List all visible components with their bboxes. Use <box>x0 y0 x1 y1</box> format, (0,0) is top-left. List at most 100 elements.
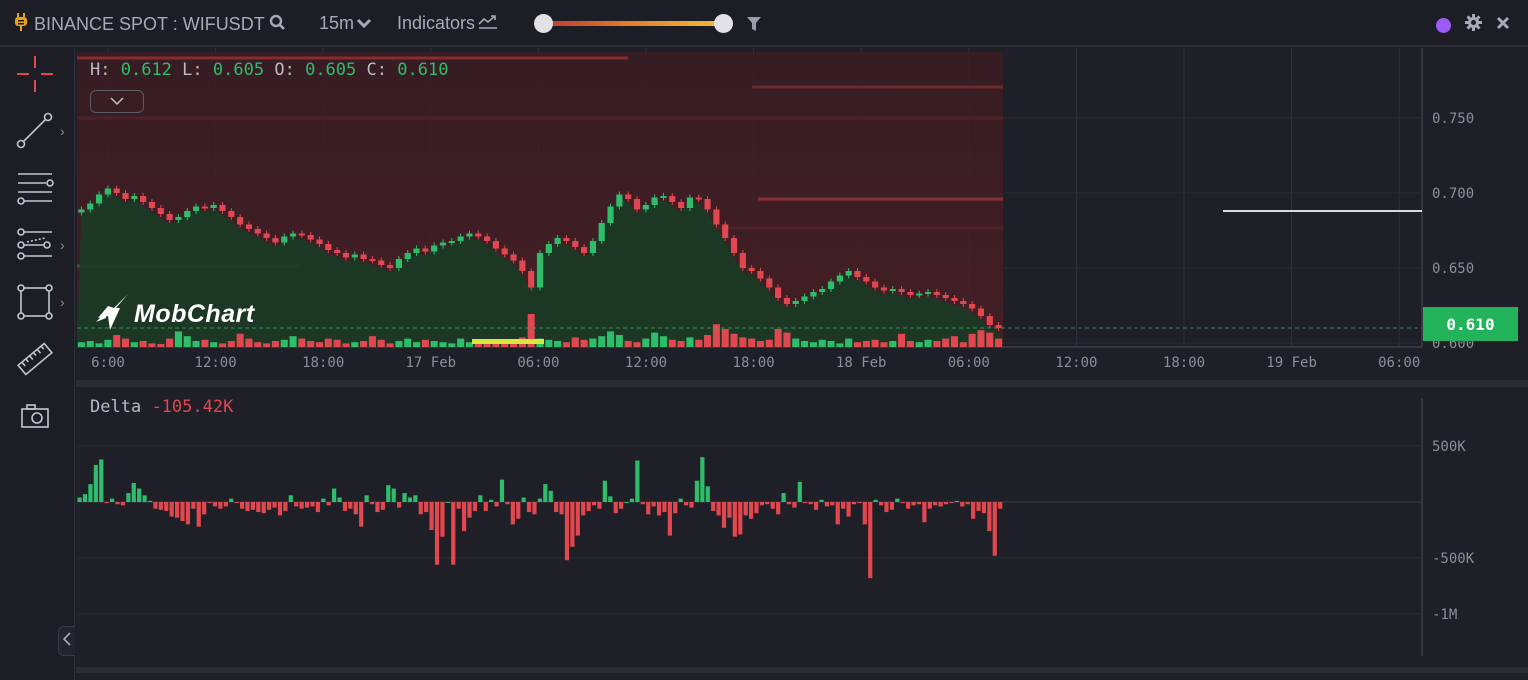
candle-body <box>528 271 535 288</box>
candle-body <box>140 196 147 202</box>
candle-body <box>678 202 685 208</box>
candle-body <box>924 292 932 294</box>
volume-bar <box>580 339 588 347</box>
candle-body <box>766 278 773 288</box>
volume-bar <box>730 333 738 347</box>
volume-bar <box>183 336 191 347</box>
delta-bar <box>472 502 478 511</box>
volume-bar <box>218 343 227 347</box>
delta-bar <box>624 502 629 503</box>
candle-body <box>889 289 896 291</box>
high-value: 0.612 <box>120 60 172 80</box>
delta-bar <box>402 493 407 502</box>
delta-bar <box>629 498 635 502</box>
volume-bar <box>704 335 712 347</box>
chevron-down-icon <box>109 93 125 111</box>
volume-bar <box>668 339 676 347</box>
candle-body <box>581 247 588 253</box>
delta-bar <box>380 502 385 510</box>
volume-bar <box>986 332 994 347</box>
delta-bar <box>711 502 716 511</box>
candle-body <box>536 253 544 288</box>
volume-bar <box>924 339 932 347</box>
delta-bar <box>407 497 413 502</box>
volume-bar <box>677 341 685 347</box>
candle-body <box>722 224 729 238</box>
volume-bar <box>915 342 923 347</box>
volume-bar <box>607 331 615 347</box>
delta-bar <box>927 502 932 509</box>
candle-body <box>201 206 208 209</box>
candle-body <box>713 209 720 225</box>
volume-bar <box>157 344 165 347</box>
delta-bar <box>656 502 662 516</box>
candle-body <box>704 199 711 210</box>
delta-bar <box>261 502 266 514</box>
delta-bar <box>451 502 456 565</box>
delta-bar <box>922 502 927 523</box>
logo-mark-icon <box>94 292 132 337</box>
volume-bar <box>739 337 747 347</box>
volume-bar <box>413 342 421 347</box>
candle-body <box>519 260 526 271</box>
delta-bar <box>570 502 575 547</box>
candle-body <box>157 208 164 214</box>
volume-bar <box>377 339 385 347</box>
legend-toggle-button[interactable] <box>90 90 144 113</box>
delta-bar <box>467 502 472 518</box>
delta-bar <box>369 502 375 505</box>
delta-bar <box>337 497 342 502</box>
candle-body <box>669 196 676 202</box>
delta-value: -105.42K <box>151 397 234 417</box>
delta-bar <box>559 502 564 515</box>
volume-bar <box>166 338 174 347</box>
volume-bar <box>448 343 456 347</box>
candle-body <box>748 268 755 271</box>
delta-bar <box>256 502 261 513</box>
volume-bar <box>86 341 94 347</box>
delta-bar <box>613 502 618 514</box>
delta-bar <box>949 502 954 504</box>
candle-body <box>122 193 129 199</box>
candle-body <box>95 194 103 204</box>
volume-bar <box>421 339 429 347</box>
volume-bar <box>853 342 862 347</box>
delta-bar <box>602 480 607 502</box>
last-price-tag: 0.610 <box>1423 307 1518 341</box>
candle-body <box>775 287 782 298</box>
delta-bar <box>635 460 640 502</box>
delta-bar <box>965 502 970 505</box>
delta-bar <box>581 502 586 516</box>
delta-bar <box>721 502 727 528</box>
volume-bar <box>968 333 976 347</box>
low-label: L: <box>182 60 203 80</box>
delta-bar <box>981 502 987 514</box>
delta-bar <box>483 502 488 511</box>
candle-body <box>757 271 764 279</box>
low-value: 0.605 <box>212 60 265 80</box>
volume-bar <box>871 339 879 347</box>
volume-bar <box>192 341 200 347</box>
delta-bar <box>272 502 277 508</box>
delta-bar <box>234 502 239 504</box>
delta-bar <box>456 502 461 509</box>
high-label: H: <box>90 60 111 80</box>
delta-bar <box>202 502 207 515</box>
volume-bar <box>862 341 870 347</box>
candle-body <box>616 194 623 207</box>
candle-body <box>342 253 350 258</box>
volume-bar <box>465 342 473 347</box>
candle-body <box>686 197 694 208</box>
delta-bar <box>586 502 591 511</box>
candle-body <box>466 233 473 237</box>
candle-body <box>545 244 552 253</box>
volume-bar <box>642 338 650 347</box>
delta-bar <box>889 502 894 510</box>
price-chart[interactable]: 6:00 12:00 18:00 17 Feb 06:00 12:00 18:00 18 Fe… <box>0 0 1528 680</box>
delta-bar <box>841 502 846 509</box>
candle-body <box>863 277 870 282</box>
candle-body <box>448 241 455 243</box>
delta-bar <box>911 502 916 506</box>
delta-bar <box>700 457 705 502</box>
delta-bar <box>608 496 613 502</box>
